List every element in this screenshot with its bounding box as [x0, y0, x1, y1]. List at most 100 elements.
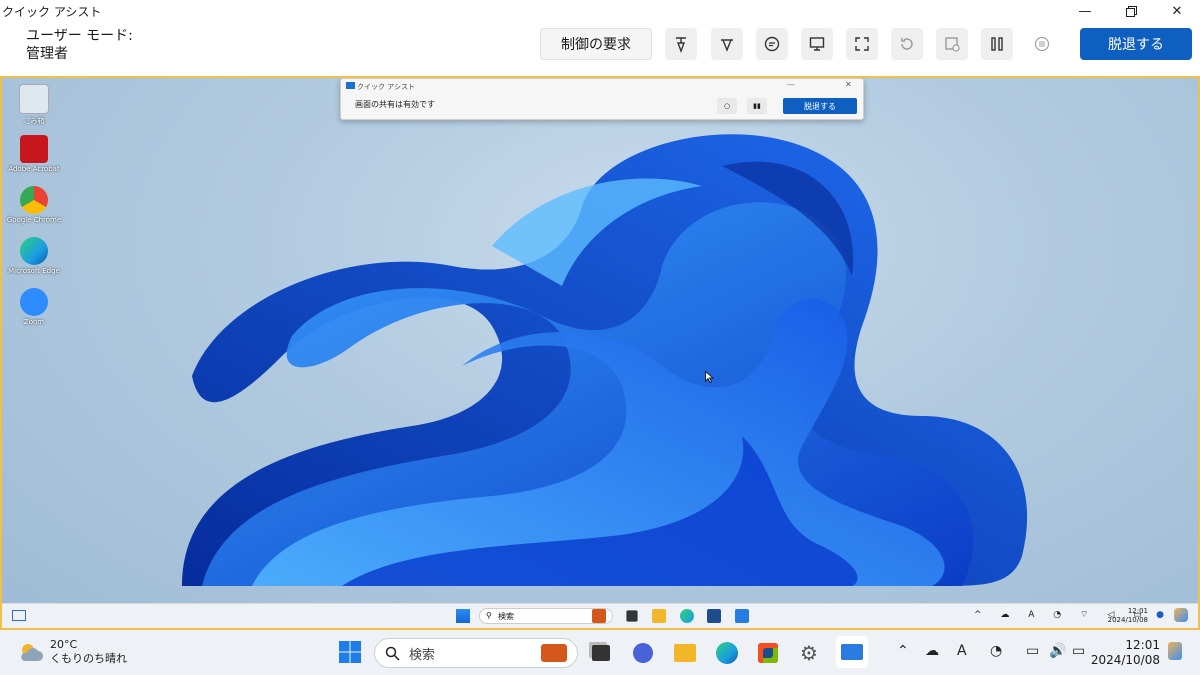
remote-toolbox-icon[interactable]	[592, 609, 606, 623]
onedrive-icon[interactable]: ☁	[925, 643, 939, 659]
fullscreen-icon	[855, 37, 869, 51]
annotate-button[interactable]	[711, 28, 743, 60]
remote-taskview-icon[interactable]	[626, 610, 638, 622]
recycle-bin-icon	[19, 84, 49, 114]
remote-pause-button[interactable]: ▮▮	[747, 98, 767, 114]
remote-quick-assist-taskbar-icon[interactable]	[735, 609, 749, 623]
chrome-icon	[20, 186, 48, 214]
restore-icon	[1125, 5, 1137, 17]
show-hidden-icons[interactable]: ⌃	[897, 643, 909, 659]
video-call-icon	[633, 643, 653, 663]
chat-button[interactable]	[756, 28, 788, 60]
desktop-icon-label: Microsoft Edge	[8, 267, 60, 275]
desktop-icon-label: Google Chrome	[6, 216, 62, 224]
edge-button[interactable]	[714, 640, 740, 666]
remote-start-icon[interactable]	[456, 609, 470, 623]
screen-sharing-status: 画面の共有は有効です	[355, 100, 435, 109]
remote-file-explorer-icon[interactable]	[652, 609, 666, 623]
leave-button[interactable]: 脱退する	[1080, 28, 1192, 60]
remote-clock[interactable]: 12:01 2024/10/08	[1108, 607, 1148, 625]
laser-pointer-icon	[676, 37, 686, 53]
network-icon[interactable]: ▭	[1026, 643, 1039, 659]
task-manager-button[interactable]	[936, 28, 968, 60]
restart-icon	[901, 38, 913, 50]
folder-icon	[674, 644, 696, 662]
pause-button[interactable]	[981, 28, 1013, 60]
remote-quick-assist-window: クイック アシスト — ✕ 画面の共有は有効です ○ ▮▮ 脱退する	[340, 78, 864, 120]
remote-widgets-icon[interactable]	[12, 610, 26, 621]
weather-temp: 20°C	[50, 638, 78, 651]
battery-icon[interactable]: ▭	[1072, 643, 1085, 659]
ime-mode-icon[interactable]: ◔	[990, 643, 1002, 659]
remote-screen[interactable]: ごみ箱 Adobe Acrobat Google Chrome Microsof…	[0, 76, 1200, 630]
store-button[interactable]	[755, 640, 781, 666]
mouse-cursor-icon	[705, 371, 714, 383]
quick-assist-icon	[841, 644, 863, 660]
quick-assist-icon	[346, 82, 355, 89]
remote-window-title: クイック アシスト	[357, 83, 415, 91]
request-control-button[interactable]: 制御の要求	[540, 28, 652, 60]
gear-icon: ⚙	[800, 641, 818, 665]
edge-icon	[716, 642, 738, 664]
restore-button[interactable]	[1108, 0, 1154, 22]
remote-chat-button[interactable]: ○	[717, 98, 737, 114]
volume-icon[interactable]: 🔊	[1049, 643, 1066, 659]
start-button[interactable]	[338, 640, 362, 664]
store-icon	[758, 643, 778, 663]
user-mode-label: ユーザー モード:	[26, 28, 133, 44]
desktop-icons: ごみ箱 Adobe Acrobat Google Chrome Microsof…	[6, 82, 62, 337]
close-button[interactable]: ✕	[1154, 0, 1200, 22]
window-title: クイック アシスト	[2, 5, 102, 19]
remote-notification-icon[interactable]: ●	[1156, 610, 1164, 620]
pen-icon	[721, 39, 733, 52]
desktop-icon-label: ごみ箱	[23, 117, 45, 125]
remote-search-label: 検索	[498, 611, 514, 621]
chat-icon	[764, 36, 780, 52]
actual-size-button[interactable]	[846, 28, 878, 60]
remote-leave-button[interactable]: 脱退する	[783, 98, 857, 114]
ime-indicator[interactable]: A	[957, 643, 967, 659]
remote-minimize-icon[interactable]: —	[787, 80, 795, 89]
clock[interactable]: 12:01 2024/10/08	[1091, 638, 1160, 668]
desktop-icon-acrobat[interactable]: Adobe Acrobat	[6, 133, 62, 184]
remote-store-icon[interactable]	[707, 609, 721, 623]
wallpaper-bloom	[182, 134, 1028, 586]
desktop-icon-label: Zoom	[23, 318, 45, 326]
desktop-icon-recycle-bin[interactable]: ごみ箱	[6, 82, 62, 133]
task-view-icon	[592, 645, 610, 661]
desktop-icon-zoom[interactable]: Zoom	[6, 286, 62, 337]
weather-widget[interactable]: 20°C くもりのち晴れ	[18, 638, 127, 666]
select-monitor-button[interactable]	[801, 28, 833, 60]
settings-button[interactable]: ⚙	[796, 640, 822, 666]
restart-button[interactable]	[891, 28, 923, 60]
title-bar: クイック アシスト — ✕	[0, 0, 1200, 22]
copilot-icon[interactable]	[1168, 642, 1182, 660]
meet-button[interactable]	[630, 640, 656, 666]
user-mode: ユーザー モード: 管理者	[26, 27, 133, 63]
task-view-button[interactable]	[588, 640, 614, 666]
edge-icon	[20, 237, 48, 265]
monitor-icon	[809, 37, 825, 51]
clock-date: 2024/10/08	[1090, 653, 1160, 667]
remote-edge-icon[interactable]	[680, 609, 694, 623]
taskbar: 20°C くもりのち晴れ 検索 ⚙ ⌃ ☁ A ◔ ▭ 🔊 ▭ 12:01 20…	[0, 630, 1200, 675]
file-explorer-button[interactable]	[672, 640, 698, 666]
pause-icon: ▮▮	[753, 102, 761, 110]
desktop-icon-edge[interactable]: Microsoft Edge	[6, 235, 62, 286]
search-icon	[385, 646, 400, 661]
laser-pointer-button[interactable]	[665, 28, 697, 60]
search-box[interactable]: 検索	[374, 638, 578, 668]
desktop-icon-chrome[interactable]: Google Chrome	[6, 184, 62, 235]
remote-close-icon[interactable]: ✕	[845, 80, 852, 89]
quick-assist-taskbar-button[interactable]	[836, 636, 868, 668]
menu-icon	[1034, 36, 1050, 52]
search-icon: ⚲	[486, 611, 492, 620]
remote-copilot-icon[interactable]	[1174, 608, 1188, 622]
toolbox-icon	[541, 644, 567, 662]
minimize-button[interactable]: —	[1062, 0, 1108, 22]
more-button[interactable]	[1026, 28, 1058, 60]
search-label: 検索	[409, 647, 436, 663]
pause-icon	[991, 37, 1003, 51]
desktop-icon-label: Adobe Acrobat	[8, 165, 60, 173]
remote-time: 12:01	[1127, 607, 1148, 615]
